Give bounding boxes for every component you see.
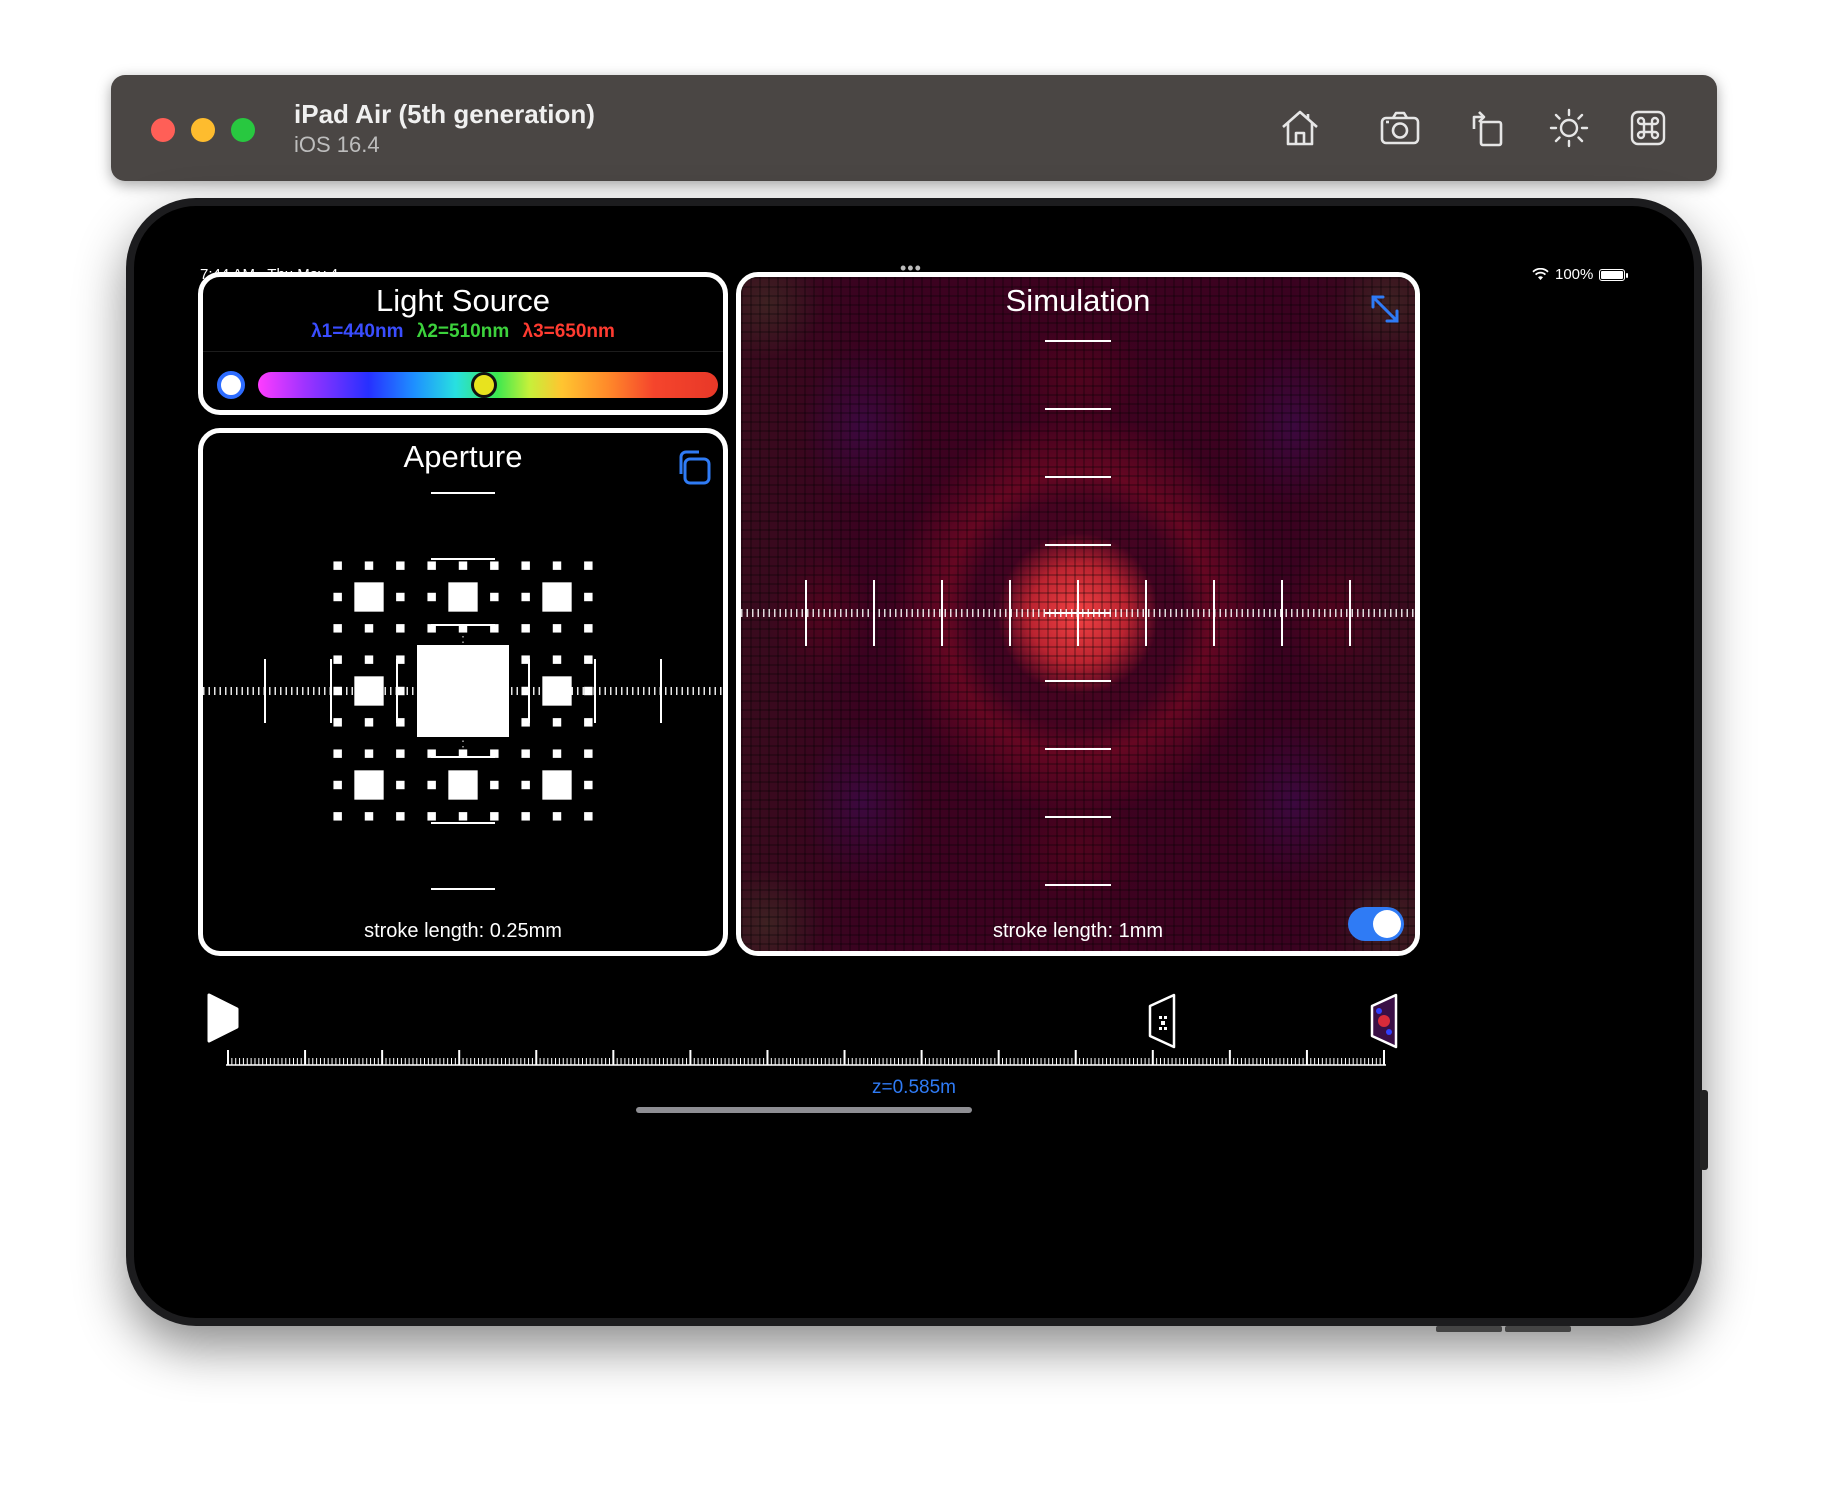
command-icon[interactable] bbox=[1625, 105, 1671, 151]
simulation-title: Simulation bbox=[1005, 283, 1151, 318]
aperture-stroke-label: stroke length: 0.25mm bbox=[364, 920, 562, 942]
wavelength-slider-knob[interactable] bbox=[471, 372, 497, 398]
side-button bbox=[1700, 1090, 1708, 1170]
wifi-icon bbox=[1532, 268, 1549, 280]
wavelength-list: λ1=440nm λ2=510nm λ3=650nm bbox=[203, 321, 723, 343]
os-version: iOS 16.4 bbox=[294, 132, 380, 157]
battery-icon bbox=[1599, 268, 1629, 281]
status-indicators: 100% bbox=[1532, 266, 1629, 283]
device-name: iPad Air (5th generation) bbox=[294, 99, 595, 129]
expand-icon[interactable] bbox=[1367, 291, 1403, 327]
screenshot-icon[interactable] bbox=[1377, 105, 1423, 151]
volume-button bbox=[1436, 1326, 1502, 1332]
screen-plane-marker[interactable] bbox=[1368, 992, 1402, 1050]
divider bbox=[203, 351, 723, 352]
minimize-window-button[interactable] bbox=[191, 118, 215, 142]
simulator-titlebar: iPad Air (5th generation) iOS 16.4 bbox=[111, 75, 1717, 181]
simulation-toggle[interactable] bbox=[1348, 907, 1404, 941]
aperture-plane-marker[interactable] bbox=[1146, 992, 1180, 1050]
volume-button bbox=[1505, 1326, 1571, 1332]
aperture-pattern[interactable] bbox=[203, 433, 723, 951]
appearance-icon[interactable] bbox=[1546, 105, 1592, 151]
ipad-screen: 7:44 AM Thu May 4 ••• 100% Light Source … bbox=[134, 206, 1694, 1318]
z-distance-ruler[interactable] bbox=[226, 1046, 1386, 1066]
light-source-title: Light Source bbox=[375, 283, 551, 318]
z-distance-label: z=0.585m bbox=[872, 1077, 956, 1098]
simulation-scale-overlay bbox=[741, 340, 1415, 886]
play-icon[interactable] bbox=[206, 992, 240, 1044]
battery-percent: 100% bbox=[1555, 266, 1594, 283]
wavelength-3: λ3=650nm bbox=[522, 321, 615, 342]
aperture-panel: Aperture stroke length: 0.25mm bbox=[198, 428, 728, 956]
rotate-icon[interactable] bbox=[1466, 105, 1512, 151]
zoom-window-button[interactable] bbox=[231, 118, 255, 142]
ipad-frame: 7:44 AM Thu May 4 ••• 100% Light Source … bbox=[126, 198, 1702, 1326]
light-source-panel: Light Source λ1=440nm λ2=510nm λ3=650nm bbox=[198, 272, 728, 415]
simulation-stroke-label: stroke length: 1mm bbox=[992, 920, 1164, 942]
wavelength-select-toggle[interactable] bbox=[217, 371, 245, 399]
close-window-button[interactable] bbox=[151, 118, 175, 142]
wavelength-1: λ1=440nm bbox=[311, 321, 404, 342]
simulation-panel: Simulation stroke length: 1mm bbox=[736, 272, 1420, 956]
home-indicator[interactable] bbox=[636, 1107, 972, 1113]
home-icon[interactable] bbox=[1277, 105, 1323, 151]
wavelength-2: λ2=510nm bbox=[416, 321, 510, 342]
